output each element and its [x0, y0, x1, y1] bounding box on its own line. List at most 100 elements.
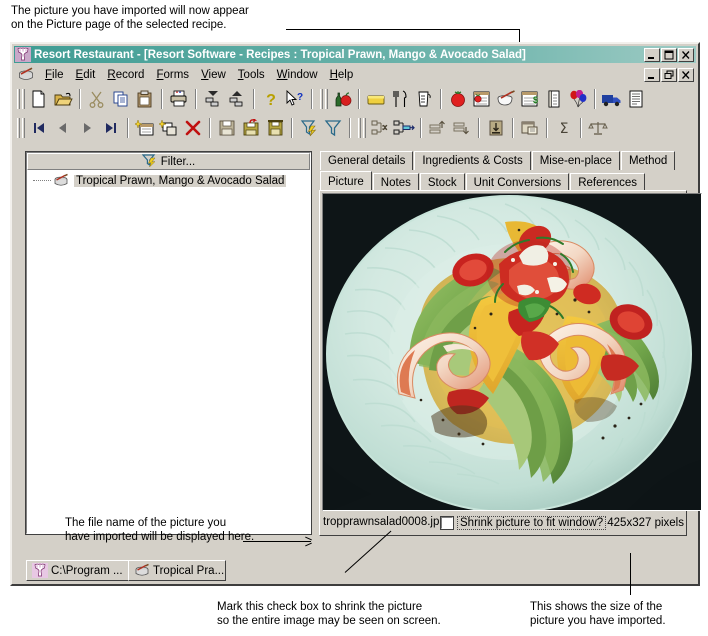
scales-icon[interactable] [586, 116, 610, 139]
menu-item-file[interactable]: File [39, 68, 70, 82]
toolbar-grip-3[interactable] [320, 88, 323, 109]
menu-card-icon[interactable] [542, 87, 566, 110]
save-and-close-icon[interactable] [263, 116, 287, 139]
taskbar-button-explorer[interactable]: C:\Program ... [26, 560, 134, 581]
last-record-icon[interactable] [99, 116, 123, 139]
toolbar-grip[interactable] [17, 88, 20, 109]
menu-item-help[interactable]: Help [324, 68, 360, 82]
restaurant-app-icon[interactable] [15, 47, 31, 62]
filter-icon[interactable] [321, 116, 345, 139]
callout-size-text: This shows the size of the picture you h… [530, 601, 666, 627]
filter-header-button[interactable]: Filter... [27, 153, 310, 170]
cutlery-icon[interactable] [388, 87, 412, 110]
open-folder-icon[interactable] [51, 87, 75, 110]
expand-all-icon[interactable] [225, 87, 249, 110]
previous-record-icon[interactable] [51, 116, 75, 139]
window-title: Resort Restaurant - [Resort Software - R… [34, 48, 526, 61]
window-titlebar[interactable]: Resort Restaurant - [Resort Software - R… [14, 46, 696, 63]
picture-dimensions-label: 425x327 pixels [607, 516, 684, 529]
recipe-pot-icon[interactable] [17, 67, 35, 83]
toolbar-separator [512, 117, 514, 138]
mdi-restore-button[interactable] [661, 67, 677, 82]
collapse-all-icon[interactable] [201, 87, 225, 110]
shrink-picture-checkbox[interactable] [440, 515, 454, 530]
tab-general-details[interactable]: General details [320, 151, 414, 170]
toolbar2-grip-2[interactable] [22, 117, 25, 138]
measuring-jug-icon[interactable] [412, 87, 436, 110]
toolbar-grip-4[interactable] [325, 88, 328, 109]
tab-label: Method [628, 155, 668, 167]
delete-record-icon[interactable] [181, 116, 205, 139]
toolbar-separator [291, 117, 293, 138]
mixing-bowl-icon[interactable] [494, 87, 518, 110]
tropical-prawn-mango-avocado-salad-photo[interactable] [323, 194, 701, 510]
menu-item-forms[interactable]: Forms [150, 68, 195, 82]
tree-item-recipe[interactable]: Tropical Prawn, Mango & Avocado Salad [27, 173, 310, 188]
save-icon[interactable] [215, 116, 239, 139]
new-record-icon[interactable] [133, 116, 157, 139]
delivery-truck-icon[interactable] [600, 87, 624, 110]
add-link-icon[interactable] [392, 116, 416, 139]
yellow-tray-icon[interactable] [364, 87, 388, 110]
toolbar-separator [127, 117, 129, 138]
costing-sheet-icon[interactable]: $ [518, 87, 542, 110]
toolbar-separator [253, 88, 255, 109]
shrink-picture-label[interactable]: Shrink picture to fit window? [457, 515, 607, 530]
menu-item-record[interactable]: Record [101, 68, 150, 82]
recipe-tree-pane[interactable]: Filter... Tropical Prawn, Mango & Avocad… [25, 151, 312, 535]
menu-item-view[interactable]: View [195, 68, 232, 82]
remove-link-icon[interactable] [368, 116, 392, 139]
picture-filename-field[interactable]: tropprawnsalad0008.jp [322, 514, 440, 531]
svg-text:$: $ [533, 95, 538, 105]
move-down-icon[interactable] [450, 116, 474, 139]
first-record-icon[interactable] [27, 116, 51, 139]
picture-frame[interactable] [322, 193, 702, 511]
mdi-client-area: Filter... Tropical Prawn, Mango & Avocad… [14, 142, 702, 554]
bottle-and-apple-icon[interactable] [330, 87, 354, 110]
taskbar-button-recipe[interactable]: Tropical Pra... [128, 560, 226, 581]
help-question-icon[interactable]: ? [259, 87, 283, 110]
leader-size-vertical [630, 553, 631, 595]
maximize-button[interactable] [661, 47, 677, 62]
tab-label: Picture [328, 175, 364, 188]
quick-filter-icon[interactable] [297, 116, 321, 139]
close-button[interactable] [678, 47, 694, 62]
report-icon[interactable] [624, 87, 648, 110]
import-icon[interactable] [484, 116, 508, 139]
tab-mise-en-place[interactable]: Mise-en-place [531, 151, 620, 170]
move-up-icon[interactable] [426, 116, 450, 139]
sum-sigma-icon[interactable]: Σ [552, 116, 576, 139]
leader-top-horizontal [286, 29, 520, 30]
recipe-notebook: General details Ingredients & Costs Mise… [319, 150, 702, 536]
tab-picture[interactable]: Picture [320, 171, 372, 192]
filter-label: Filter... [160, 155, 196, 168]
paste-clipboard-icon[interactable] [133, 87, 157, 110]
save-and-return-icon[interactable] [239, 116, 263, 139]
toolbar2-grip[interactable] [17, 117, 20, 138]
context-help-icon[interactable]: ? [283, 87, 307, 110]
tab-label: Ingredients & Costs [422, 155, 523, 167]
ingredients-list-icon[interactable] [470, 87, 494, 110]
minimize-button[interactable] [644, 47, 660, 62]
tab-label: Mise-en-place [539, 155, 612, 167]
tab-ingredients-costs[interactable]: Ingredients & Costs [414, 151, 531, 170]
menu-item-tools[interactable]: Tools [232, 68, 271, 82]
menu-item-window[interactable]: Window [271, 68, 324, 82]
toolbar2-grip-4[interactable] [363, 117, 366, 138]
next-record-icon[interactable] [75, 116, 99, 139]
tomato-icon[interactable] [446, 87, 470, 110]
toolbar-grip-2[interactable] [22, 88, 25, 109]
duplicate-record-icon[interactable] [157, 116, 181, 139]
print-icon[interactable] [167, 87, 191, 110]
tab-method[interactable]: Method [620, 151, 676, 170]
cut-scissors-icon[interactable] [85, 87, 109, 110]
copy-icon[interactable] [109, 87, 133, 110]
mdi-minimize-button[interactable] [644, 67, 660, 82]
balloons-icon[interactable] [566, 87, 590, 110]
toolbar2-grip-3[interactable] [358, 117, 361, 138]
menu-item-edit[interactable]: Edit [70, 68, 102, 82]
properties-icon[interactable] [518, 116, 542, 139]
new-document-icon[interactable] [27, 87, 51, 110]
tab-row-1: General details Ingredients & Costs Mise… [319, 150, 687, 170]
mdi-close-button[interactable] [678, 67, 694, 82]
